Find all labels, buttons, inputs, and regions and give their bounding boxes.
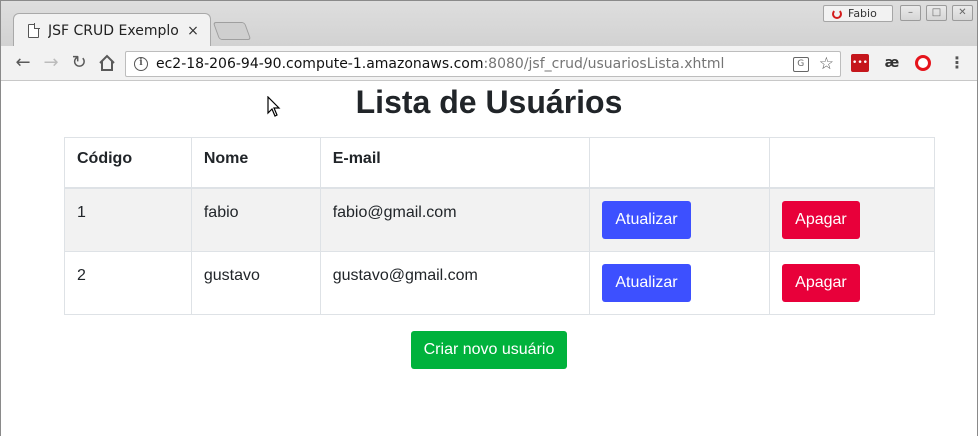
reload-icon[interactable]: ↻ [67, 52, 91, 74]
header-email: E-mail [319, 137, 591, 189]
cell-email: fabio@gmail.com [319, 187, 591, 252]
table-row: 1 fabio fabio@gmail.com Atualizar Apagar [64, 187, 935, 252]
info-icon[interactable]: i [134, 57, 148, 71]
profile-button[interactable]: Fabio [823, 5, 893, 22]
table-row: 2 gustavo gustavo@gmail.com Atualizar Ap… [64, 250, 935, 315]
url-text[interactable]: ec2-18-206-94-90.compute-1.amazonaws.com… [156, 56, 724, 72]
delete-button[interactable]: Apagar [782, 263, 860, 302]
home-icon[interactable] [95, 52, 119, 74]
browser-window: JSF CRUD Exemplo × Fabio – □ ✕ ← → ↻ i e… [0, 0, 978, 436]
ae-extension-icon[interactable]: æ [881, 54, 903, 72]
opera-extension-icon[interactable] [915, 55, 931, 71]
forward-arrow-icon[interactable]: → [39, 52, 63, 74]
new-tab-button[interactable] [212, 22, 252, 40]
profile-icon [832, 8, 842, 19]
cell-delete: Apagar [769, 250, 935, 315]
header-code: Código [64, 137, 192, 189]
page-icon [28, 22, 40, 38]
close-tab-icon[interactable]: × [186, 23, 200, 39]
address-bar[interactable]: i ec2-18-206-94-90.compute-1.amazonaws.c… [125, 51, 841, 77]
cell-email: gustavo@gmail.com [319, 250, 591, 315]
menu-icon[interactable]: ⋮ [949, 54, 965, 72]
users-table: Código Nome E-mail 1 fabio fabio@gmail.c… [64, 137, 935, 315]
close-window-button[interactable]: ✕ [952, 5, 973, 21]
translate-icon[interactable]: G [792, 56, 809, 72]
profile-name: Fabio [848, 7, 877, 20]
update-button[interactable]: Atualizar [602, 200, 691, 239]
cell-update: Atualizar [589, 187, 771, 252]
mouse-cursor-icon [267, 96, 281, 117]
cell-delete: Apagar [769, 187, 935, 252]
cell-name: gustavo [190, 250, 321, 315]
cell-code: 1 [64, 187, 192, 252]
minimize-button[interactable]: – [900, 5, 921, 21]
cell-update: Atualizar [589, 250, 771, 315]
header-name: Nome [190, 137, 321, 189]
bookmark-star-icon[interactable]: ☆ [819, 55, 834, 73]
create-user-container: Criar novo usuário [1, 331, 977, 369]
title-bar: JSF CRUD Exemplo × Fabio – □ ✕ [1, 1, 977, 47]
maximize-button[interactable]: □ [926, 5, 947, 21]
tab-title: JSF CRUD Exemplo [48, 22, 179, 39]
delete-button[interactable]: Apagar [782, 200, 860, 239]
browser-toolbar: ← → ↻ i ec2-18-206-94-90.compute-1.amazo… [1, 46, 977, 81]
page-viewport: Lista de Usuários Código Nome E-mail 1 f… [1, 82, 977, 436]
page-title: Lista de Usuários [355, 84, 623, 120]
table-header-row: Código Nome E-mail [64, 137, 935, 189]
update-button[interactable]: Atualizar [602, 263, 691, 302]
header-delete [769, 137, 935, 189]
create-user-button[interactable]: Criar novo usuário [410, 331, 568, 369]
browser-tab[interactable]: JSF CRUD Exemplo × [13, 13, 211, 47]
lastpass-extension-icon[interactable]: ••• [851, 54, 869, 72]
header-update [589, 137, 771, 189]
cell-name: fabio [190, 187, 321, 252]
cell-code: 2 [64, 250, 192, 315]
back-arrow-icon[interactable]: ← [11, 52, 35, 74]
